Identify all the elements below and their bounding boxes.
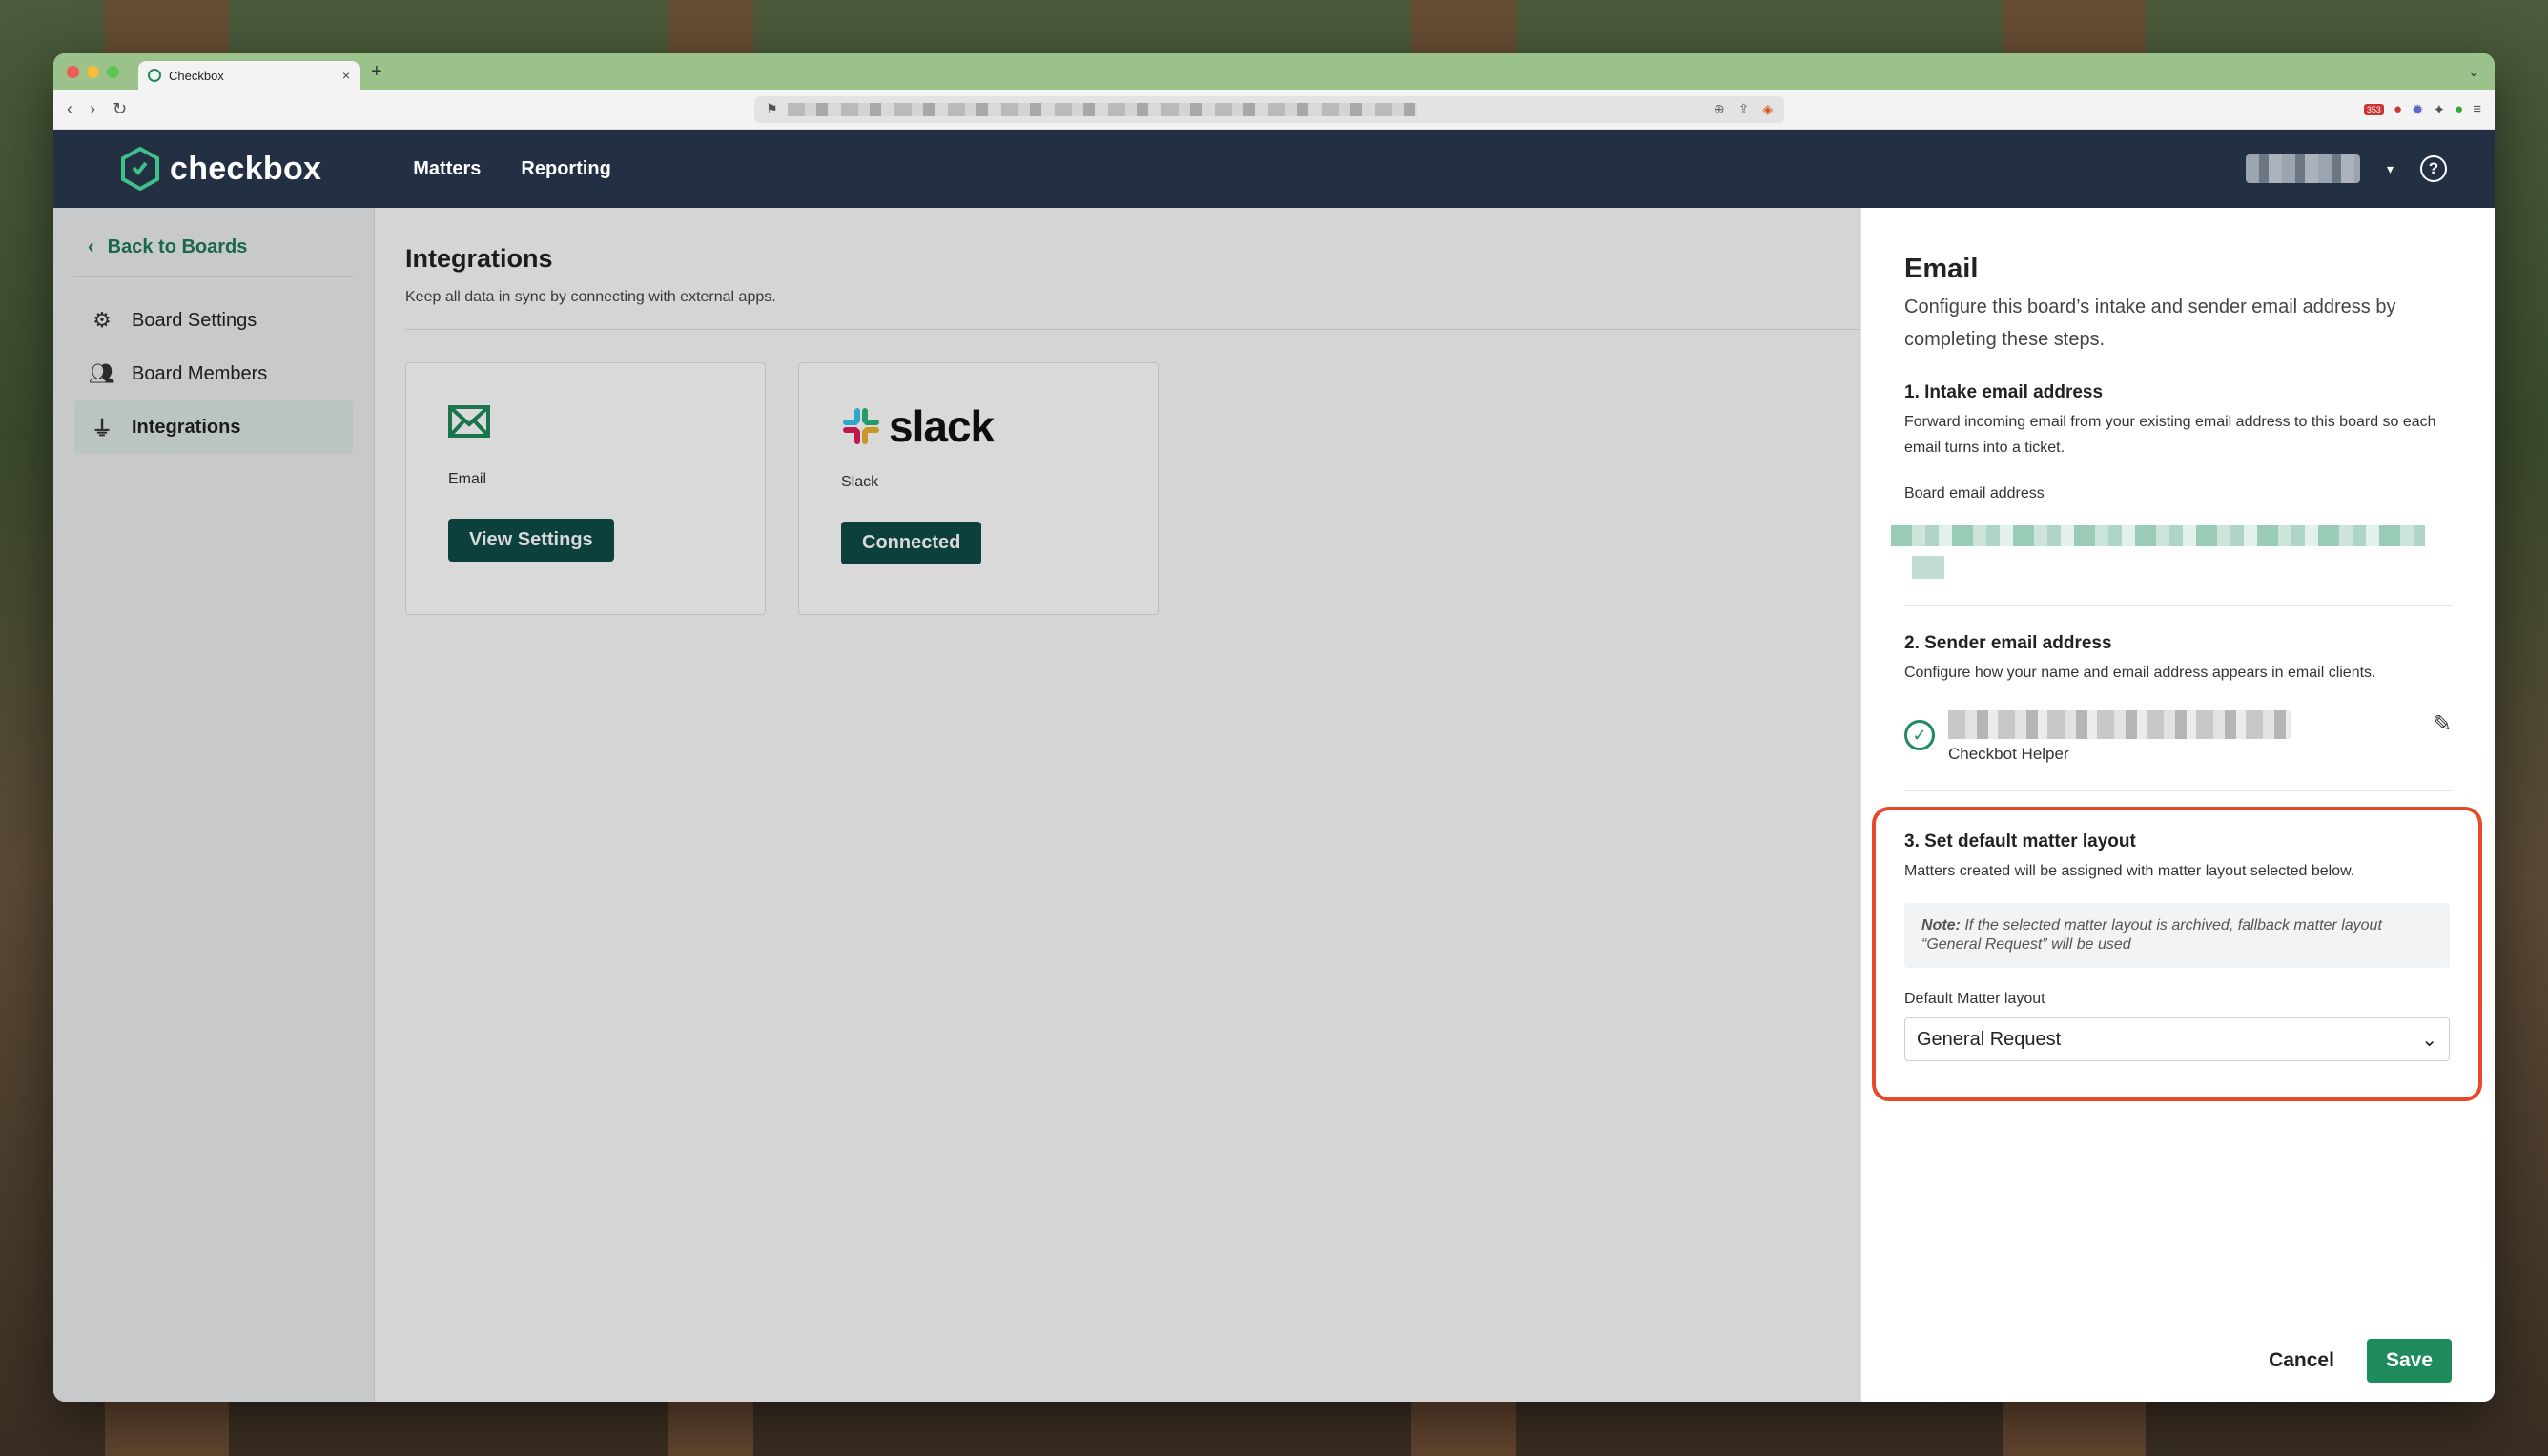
- card-label: Email: [448, 471, 487, 487]
- step-title: 3. Set default matter layout: [1904, 831, 2136, 851]
- note-label: Note:: [1921, 917, 1961, 933]
- content-area: ‹ Back to Boards ⚙ Board Settings 👥︎ Boa…: [53, 208, 2495, 1402]
- extension-green-icon[interactable]: ●: [2455, 101, 2463, 117]
- puzzle-icon[interactable]: ✦: [2434, 101, 2446, 118]
- user-menu-caret-icon[interactable]: ▾: [2387, 161, 2394, 177]
- tab-list-chevron-icon[interactable]: ⌄: [2468, 64, 2479, 80]
- sender-email-redacted: [1948, 710, 2291, 739]
- back-to-boards-link[interactable]: ‹ Back to Boards: [74, 236, 353, 277]
- browser-tab[interactable]: Checkbox ×: [138, 61, 360, 90]
- chevron-left-icon: ‹: [88, 236, 94, 257]
- extension-badge[interactable]: 353: [2363, 103, 2384, 115]
- slack-hash-icon: [843, 408, 879, 444]
- nav-matters[interactable]: Matters: [413, 158, 481, 180]
- note-box: Note: If the selected matter layout is a…: [1904, 903, 2450, 968]
- cancel-button[interactable]: Cancel: [2269, 1349, 2334, 1372]
- field-label: Board email address: [1904, 485, 2045, 502]
- step-description: Forward incoming email from your existin…: [1904, 414, 2436, 456]
- zoom-icon[interactable]: ⊕: [1714, 101, 1725, 117]
- browser-window: Checkbox × + ⌄ ‹ › ↻ ⚑ ⊕ ⇪ ◈ 353 ● ✹ ✦ ●…: [53, 53, 2495, 1402]
- envelope-icon: [448, 405, 490, 438]
- help-icon[interactable]: ?: [2420, 155, 2447, 182]
- step-sender-email: 2. Sender email address Configure how yo…: [1904, 606, 2452, 791]
- extension-red-icon[interactable]: ●: [2394, 101, 2402, 117]
- connected-button[interactable]: Connected: [841, 522, 982, 564]
- panel-description: Configure this board’s intake and sender…: [1904, 297, 2396, 350]
- browser-toolbar: ‹ › ↻ ⚑ ⊕ ⇪ ◈ 353 ● ✹ ✦ ● ≡: [53, 90, 2495, 130]
- step-description: Configure how your name and email addres…: [1904, 665, 2376, 681]
- chevron-down-icon: ⌄: [2421, 1029, 2437, 1051]
- checkbox-app: checkbox Matters Reporting ▾ ? ‹ Back to…: [53, 130, 2495, 1402]
- panel-title: Email: [1904, 254, 1979, 284]
- reload-icon[interactable]: ↻: [113, 99, 127, 119]
- tab-title: Checkbox: [169, 68, 224, 83]
- url-text-redacted: [787, 102, 1417, 116]
- sidebar-item-board-members[interactable]: 👥︎ Board Members: [74, 347, 353, 400]
- tab-bar: Checkbox × + ⌄: [53, 53, 2495, 90]
- select-value: General Request: [1917, 1028, 2062, 1050]
- sidebar-item-integrations[interactable]: ⏚ Integrations: [74, 400, 353, 454]
- sidebar-item-board-settings[interactable]: ⚙ Board Settings: [74, 294, 353, 347]
- maximize-window-button[interactable]: [107, 65, 119, 78]
- sender-name: Checkbot Helper: [1948, 745, 2069, 763]
- select-label: Default Matter layout: [1904, 991, 2045, 1007]
- bookmark-icon[interactable]: ⚑: [766, 101, 778, 117]
- card-label: Slack: [841, 474, 879, 490]
- step-intake-email: 1. Intake email address Forward incoming…: [1891, 356, 2452, 606]
- extensions-area: 353 ● ✹ ✦ ● ≡: [2363, 101, 2481, 118]
- brave-shield-icon[interactable]: ◈: [1762, 101, 1773, 117]
- pencil-icon[interactable]: ✎: [2433, 710, 2452, 738]
- step-title: 2. Sender email address: [1904, 633, 2112, 653]
- page-subtitle: Keep all data in sync by connecting with…: [405, 289, 1871, 330]
- minimize-window-button[interactable]: [87, 65, 99, 78]
- board-email-redacted[interactable]: [1891, 525, 2425, 546]
- address-bar[interactable]: ⚑ ⊕ ⇪ ◈: [754, 95, 1785, 123]
- panel-footer: Cancel Save: [2269, 1339, 2452, 1383]
- logo-text: checkbox: [170, 150, 322, 187]
- integration-card-email: Email View Settings: [405, 362, 766, 615]
- default-matter-layout-select[interactable]: General Request ⌄: [1904, 1017, 2450, 1061]
- save-button[interactable]: Save: [2366, 1339, 2452, 1383]
- integration-card-slack: slack Slack Connected: [798, 362, 1159, 615]
- close-window-button[interactable]: [67, 65, 79, 78]
- user-menu-redacted[interactable]: [2245, 154, 2360, 183]
- slack-wordmark: slack: [889, 401, 995, 451]
- users-icon: 👥︎: [89, 361, 115, 385]
- share-icon[interactable]: ⇪: [1738, 101, 1750, 117]
- gear-icon: ⚙: [92, 308, 112, 332]
- extension-gear-icon[interactable]: ✹: [2412, 101, 2424, 118]
- step-description: Matters created will be assigned with ma…: [1904, 863, 2355, 879]
- sidebar-item-label: Board Members: [132, 362, 268, 384]
- close-tab-icon[interactable]: ×: [342, 68, 350, 83]
- new-tab-button[interactable]: +: [371, 61, 382, 83]
- checkbox-logo[interactable]: checkbox: [120, 147, 321, 191]
- board-email-redacted-tail: [1912, 556, 1944, 579]
- sidebar-item-label: Integrations: [132, 416, 241, 438]
- back-label: Back to Boards: [107, 236, 248, 257]
- sidebar: ‹ Back to Boards ⚙ Board Settings 👥︎ Boa…: [53, 208, 375, 1402]
- step-title: 1. Intake email address: [1904, 382, 2104, 402]
- view-settings-button[interactable]: View Settings: [448, 519, 614, 562]
- checkbox-logo-icon: [121, 147, 159, 191]
- back-arrow-icon[interactable]: ‹: [67, 99, 72, 119]
- plug-icon: ⏚: [91, 417, 113, 441]
- window-controls: [67, 65, 119, 78]
- menu-icon[interactable]: ≡: [2473, 101, 2481, 117]
- nav-reporting[interactable]: Reporting: [521, 158, 610, 180]
- note-text: If the selected matter layout is archive…: [1921, 917, 2382, 953]
- forward-arrow-icon[interactable]: ›: [90, 99, 95, 119]
- email-settings-panel: Email Configure this board’s intake and …: [1860, 208, 2495, 1402]
- checkbox-favicon-icon: [148, 69, 161, 82]
- check-circle-icon: ✓: [1904, 720, 1935, 750]
- slack-logo: slack: [841, 401, 1116, 451]
- sidebar-item-label: Board Settings: [132, 309, 257, 331]
- default-layout-section: 3. Set default matter layout Matters cre…: [1872, 807, 2482, 1101]
- app-navbar: checkbox Matters Reporting ▾ ?: [53, 130, 2495, 208]
